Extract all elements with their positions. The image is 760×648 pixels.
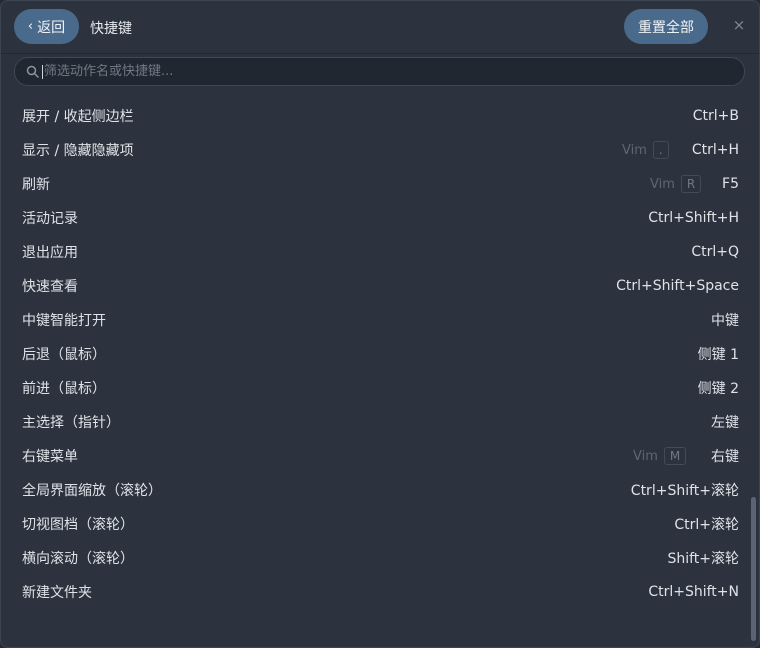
- shortcut-keys[interactable]: Ctrl+H: [692, 142, 739, 158]
- back-button-label: 返回: [37, 19, 66, 36]
- page-title: 快捷键: [90, 21, 132, 37]
- shortcut-keys[interactable]: Ctrl+Shift+H: [648, 210, 739, 226]
- shortcut-row[interactable]: 新建文件夹 Ctrl+Shift+N: [1, 575, 759, 609]
- shortcut-keys[interactable]: 右键: [711, 446, 739, 466]
- shortcut-row[interactable]: 退出应用 Ctrl+Q: [1, 235, 759, 269]
- shortcut-action-label: 横向滚动（滚轮）: [22, 551, 134, 567]
- shortcut-keys[interactable]: Ctrl+Shift+Space: [616, 278, 739, 294]
- shortcut-row[interactable]: 横向滚动（滚轮） Shift+滚轮: [1, 541, 759, 575]
- shortcut-row[interactable]: 右键菜单 Vim M 右键: [1, 439, 759, 473]
- vim-label: Vim: [622, 142, 647, 158]
- shortcut-row[interactable]: 显示 / 隐藏隐藏项 Vim. Ctrl+H: [1, 133, 759, 167]
- vim-key-badge: .: [652, 141, 669, 159]
- chevron-left-icon: ‹: [27, 19, 34, 34]
- shortcut-action-label: 后退（鼠标）: [22, 347, 106, 363]
- shortcut-action-label: 展开 / 收起侧边栏: [22, 109, 134, 125]
- shortcut-list: 展开 / 收起侧边栏 Ctrl+B 显示 / 隐藏隐藏项 Vim. Ctrl+H 刷新 Vi…: [1, 99, 759, 609]
- vim-label: Vim: [650, 176, 675, 192]
- shortcut-action-label: 前进（鼠标）: [22, 381, 106, 397]
- shortcut-row[interactable]: 展开 / 收起侧边栏 Ctrl+B: [1, 99, 759, 133]
- shortcut-action-label: 全局界面缩放（滚轮）: [22, 483, 162, 499]
- shortcut-row[interactable]: 后退（鼠标） 侧键 1: [1, 337, 759, 371]
- vim-key-badge: R: [680, 175, 702, 193]
- dialog-header: ‹ 返回 快捷键 重置全部 ×: [1, 1, 759, 54]
- shortcut-action-label: 退出应用: [22, 245, 78, 261]
- back-button[interactable]: ‹ 返回: [14, 9, 79, 44]
- shortcut-keys[interactable]: Ctrl+Q: [691, 244, 739, 260]
- scrollbar-thumb[interactable]: [751, 497, 756, 641]
- shortcut-action-label: 快速查看: [22, 279, 78, 295]
- shortcut-row[interactable]: 快速查看 Ctrl+Shift+Space: [1, 269, 759, 303]
- shortcut-row[interactable]: 前进（鼠标） 侧键 2: [1, 371, 759, 405]
- shortcut-row[interactable]: 切视图档（滚轮） Ctrl+滚轮: [1, 507, 759, 541]
- shortcut-keys[interactable]: 侧键 1: [698, 344, 739, 364]
- shortcut-keys[interactable]: Ctrl+Shift+N: [648, 584, 739, 600]
- vim-key-badge: M: [663, 447, 687, 465]
- shortcut-action-label: 活动记录: [22, 211, 78, 227]
- shortcut-keys[interactable]: 左键: [711, 412, 739, 432]
- vim-binding: Vim.: [622, 141, 669, 159]
- shortcut-action-label: 右键菜单: [22, 449, 78, 465]
- shortcut-keys[interactable]: Ctrl+滚轮: [674, 514, 739, 534]
- shortcut-action-label: 中键智能打开: [22, 313, 106, 329]
- search-box[interactable]: [14, 57, 745, 86]
- shortcut-action-label: 主选择（指针）: [22, 415, 120, 431]
- vim-label: Vim: [633, 448, 658, 464]
- vim-binding: Vim R: [650, 175, 702, 193]
- search-icon: [24, 64, 40, 80]
- shortcut-row[interactable]: 活动记录 Ctrl+Shift+H: [1, 201, 759, 235]
- shortcut-row[interactable]: 刷新 Vim R F5: [1, 167, 759, 201]
- shortcut-keys[interactable]: Ctrl+B: [693, 108, 739, 124]
- text-caret: [42, 65, 43, 79]
- shortcut-action-label: 新建文件夹: [22, 585, 92, 601]
- shortcut-row[interactable]: 全局界面缩放（滚轮） Ctrl+Shift+滚轮: [1, 473, 759, 507]
- shortcut-keys[interactable]: Ctrl+Shift+滚轮: [631, 480, 739, 500]
- shortcut-action-label: 切视图档（滚轮）: [22, 517, 134, 533]
- shortcuts-dialog: ‹ 返回 快捷键 重置全部 × 展开 / 收起侧边栏 Ctrl+B 显示 / 隐藏隐…: [0, 0, 760, 648]
- shortcut-action-label: 刷新: [22, 177, 50, 193]
- shortcut-keys[interactable]: 侧键 2: [698, 378, 739, 398]
- search-input[interactable]: [44, 59, 744, 84]
- reset-all-button[interactable]: 重置全部: [624, 9, 708, 44]
- shortcut-row[interactable]: 主选择（指针） 左键: [1, 405, 759, 439]
- vim-binding: Vim M: [633, 447, 687, 465]
- close-icon[interactable]: ×: [729, 15, 749, 35]
- shortcut-keys[interactable]: Shift+滚轮: [667, 548, 739, 568]
- shortcut-row[interactable]: 中键智能打开 中键: [1, 303, 759, 337]
- shortcut-keys[interactable]: F5: [722, 176, 739, 192]
- shortcut-action-label: 显示 / 隐藏隐藏项: [22, 143, 134, 159]
- shortcut-keys[interactable]: 中键: [711, 310, 739, 330]
